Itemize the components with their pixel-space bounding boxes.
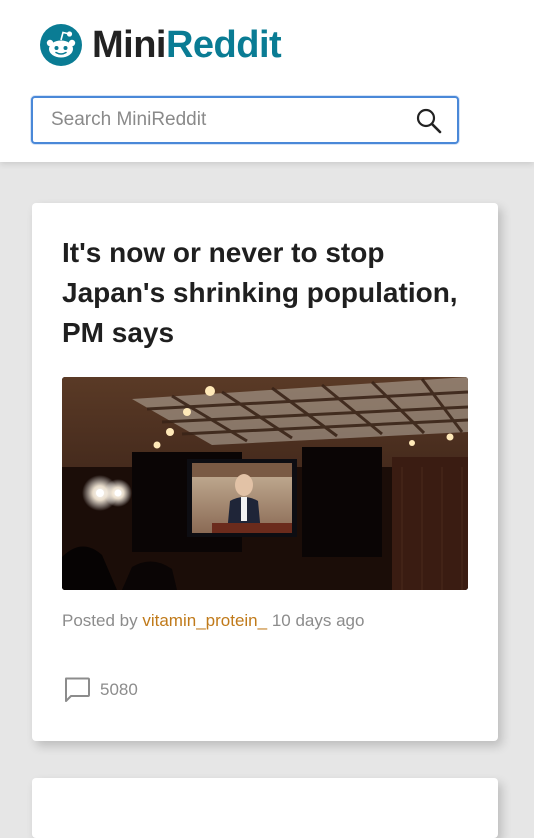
comment-count: 5080 [100,680,138,699]
brand-logo[interactable]: MiniReddit [40,22,282,68]
post-author-link[interactable]: vitamin_protein_ [142,611,267,630]
post-photo-icon [62,377,468,590]
brand-name: MiniReddit [92,22,282,68]
post-card: It's now or never to stop Japan's shrink… [32,203,498,741]
posted-by-label: Posted by [62,611,138,630]
comment-icon [65,677,90,702]
post-image[interactable] [62,377,468,590]
search-button[interactable] [415,107,443,135]
search-bar [31,96,459,144]
brand-name-mini: Mini [92,24,166,66]
comments-button[interactable]: 5080 [62,675,138,705]
reddit-logo-icon [40,24,82,66]
search-icon [416,108,442,134]
header: MiniReddit [0,0,534,162]
search-input[interactable] [51,98,411,142]
post-meta: Posted by vitamin_protein_ 10 days ago [62,610,364,632]
post-card [32,778,498,838]
post-title[interactable]: It's now or never to stop Japan's shrink… [62,233,462,353]
brand-name-reddit: Reddit [165,24,282,66]
post-time: 10 days ago [271,611,365,630]
